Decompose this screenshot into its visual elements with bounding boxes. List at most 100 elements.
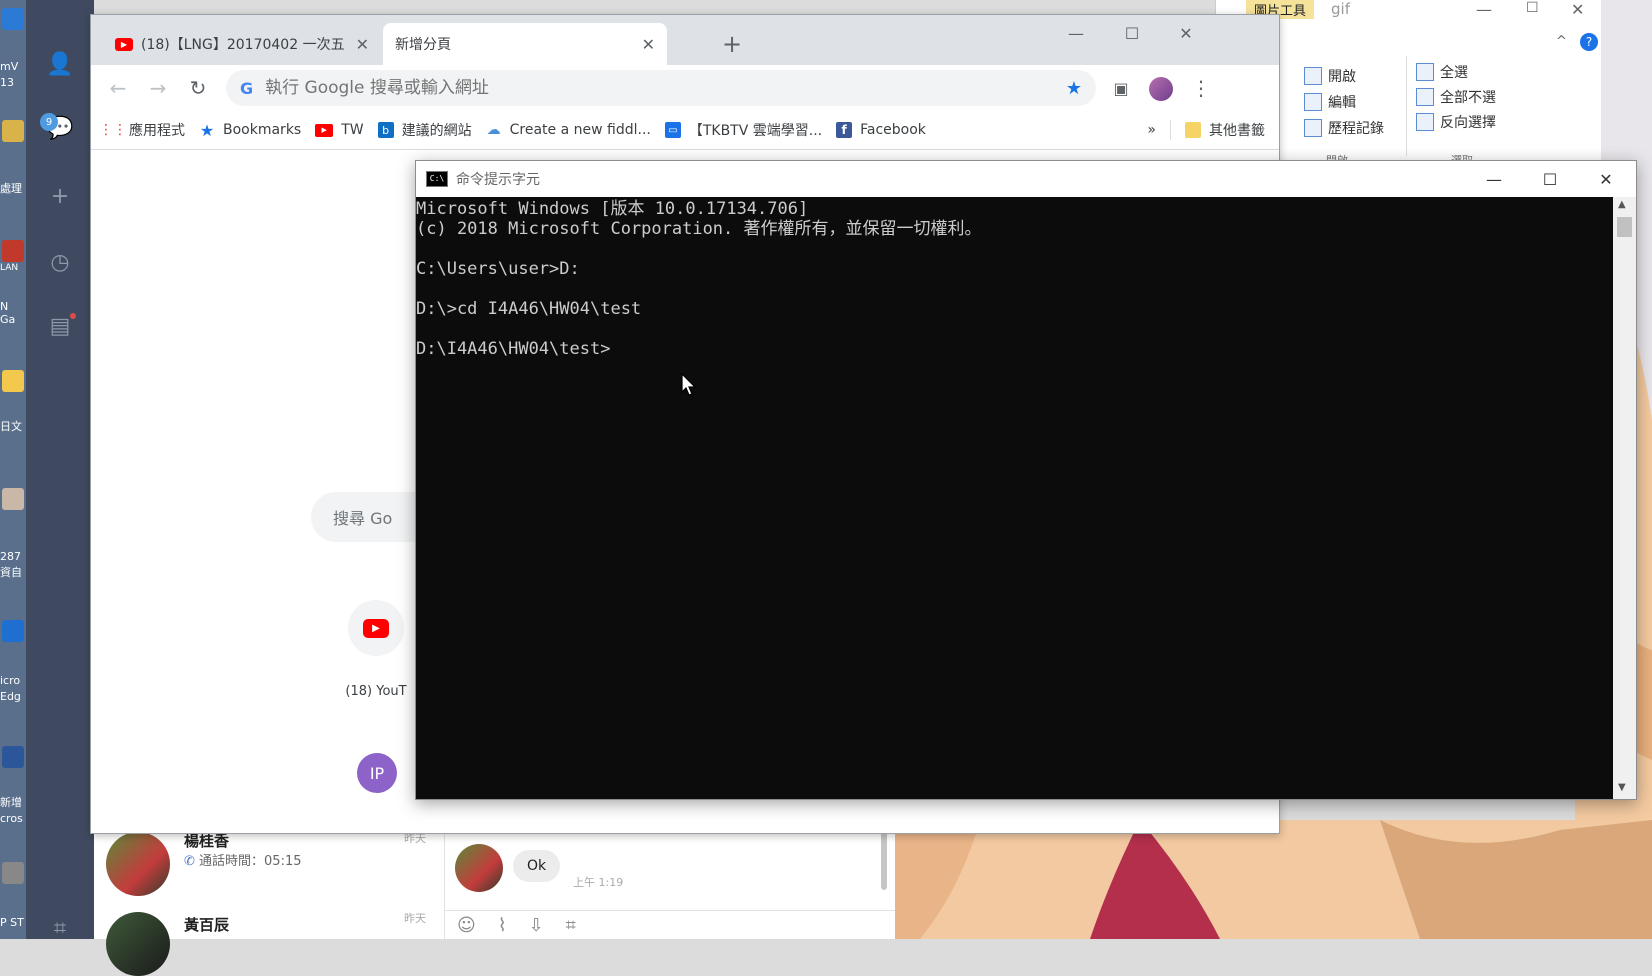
crop-icon[interactable]: ⌗: [566, 915, 576, 936]
menu-icon[interactable]: ⋮: [1186, 73, 1216, 103]
history-button[interactable]: 歷程記錄: [1304, 118, 1384, 138]
history-label: 歷程記錄: [1328, 121, 1384, 137]
folder-icon: [1185, 122, 1201, 138]
close-button[interactable]: ✕: [1578, 161, 1634, 197]
bookmark-tkbtv[interactable]: ▭ 【TKBTV 雲端學習...: [664, 120, 823, 140]
collapse-ribbon-icon[interactable]: ^: [1556, 34, 1567, 49]
tab-youtube[interactable]: ▶ (18)【LNG】20170402 一次五 ✕: [103, 23, 381, 65]
bookmark-label: 【TKBTV 雲端學習...: [688, 123, 823, 139]
crop-icon[interactable]: ⌗: [26, 908, 94, 948]
avatar[interactable]: [455, 844, 503, 892]
desktop-app-icon[interactable]: [2, 120, 24, 142]
invert-selection-button[interactable]: 反向選擇: [1416, 112, 1496, 132]
select-none-label: 全部不選: [1440, 90, 1496, 106]
desktop-label: icro: [0, 674, 21, 687]
invert-selection-label: 反向選擇: [1440, 115, 1496, 131]
avatar[interactable]: [106, 832, 170, 896]
youtube-icon: ▶: [115, 37, 133, 51]
bookmark-star-icon[interactable]: ★: [1066, 78, 1082, 99]
desktop-photo-icon[interactable]: [2, 488, 24, 510]
bookmark-jsfiddle[interactable]: ☁ Create a new fiddl...: [486, 122, 651, 138]
word-icon[interactable]: [2, 746, 24, 768]
edge-icon[interactable]: [2, 620, 24, 642]
select-all-button[interactable]: 全選: [1416, 62, 1468, 82]
close-button[interactable]: ✕: [1571, 0, 1584, 19]
extension-icon[interactable]: ▣: [1106, 73, 1136, 103]
desktop-icon-strip: mV 13 處理 LAN N Ga 日文 287 資自 icro Edg 新增 …: [0, 0, 26, 939]
desktop-label: mV: [0, 60, 19, 73]
desktop-app-icon[interactable]: [2, 8, 24, 30]
omnibox[interactable]: G ★: [226, 70, 1096, 106]
bookmark-label: 建議的網站: [401, 123, 472, 139]
close-tab-icon[interactable]: ✕: [356, 35, 369, 54]
bookmark-apps[interactable]: ⋮⋮ 應用程式: [99, 120, 185, 140]
mouse-cursor-icon: [681, 372, 697, 401]
tab-strip: ▶ (18)【LNG】20170402 一次五 ✕ 新增分頁 ✕ + — ☐ ✕: [91, 15, 1279, 65]
history-icon[interactable]: ◷: [26, 242, 94, 282]
bookmarks-overflow-button[interactable]: »: [1147, 122, 1156, 138]
scroll-down-icon[interactable]: ▼: [1618, 782, 1626, 793]
select-none-button[interactable]: 全部不選: [1416, 87, 1496, 107]
unread-badge: 9: [40, 113, 58, 131]
open-button[interactable]: 開啟: [1304, 66, 1356, 86]
avatar[interactable]: [106, 912, 170, 976]
minimize-button[interactable]: —: [1466, 161, 1522, 197]
desktop-label: P ST: [0, 916, 24, 929]
wallpaper-art-bottom: [860, 820, 1652, 939]
minimize-button[interactable]: —: [1051, 15, 1101, 51]
youtube-icon: ▶: [363, 618, 389, 638]
desktop-app-icon[interactable]: [2, 862, 24, 884]
console-output[interactable]: Microsoft Windows [版本 10.0.17134.706] (c…: [416, 197, 1613, 799]
chat-time: 昨天: [404, 912, 426, 925]
bookmark-bookmarks[interactable]: ★ Bookmarks: [199, 121, 301, 140]
desktop-label: 287: [0, 550, 21, 563]
close-button[interactable]: ✕: [1161, 15, 1211, 51]
help-icon[interactable]: ?: [1580, 33, 1598, 51]
console-scrollbar[interactable]: ▲ ▼: [1613, 197, 1636, 799]
back-button[interactable]: ←: [103, 73, 133, 103]
address-input[interactable]: [263, 77, 1028, 99]
cmd-titlebar[interactable]: C:\ 命令提示字元: [416, 161, 1636, 197]
new-tab-button[interactable]: +: [717, 29, 747, 59]
profile-circle-ip[interactable]: IP: [357, 753, 397, 793]
bing-icon: b: [377, 122, 394, 138]
select-all-icon: [1416, 63, 1434, 81]
scrollbar-thumb[interactable]: [1617, 217, 1632, 237]
shortcut-youtube[interactable]: ▶: [348, 600, 404, 656]
profile-avatar[interactable]: [1149, 77, 1173, 101]
close-tab-icon[interactable]: ✕: [642, 35, 655, 54]
reload-button[interactable]: ↻: [183, 73, 213, 103]
call-duration-text: 通話時間：05:15: [199, 854, 302, 869]
add-friend-icon[interactable]: +: [26, 176, 94, 216]
bookmark-tw[interactable]: ▶ TW: [315, 122, 364, 138]
console-line: (c) 2018 Microsoft Corporation. 著作權所有，並保…: [416, 219, 982, 239]
tab-new-tab[interactable]: 新增分頁 ✕: [383, 23, 667, 65]
console-prompt: D:\I4A46\HW04\test>: [416, 339, 611, 359]
notes-icon[interactable]: ▤: [26, 306, 94, 346]
attach-icon[interactable]: ⌇: [498, 915, 507, 936]
forward-button[interactable]: →: [143, 73, 173, 103]
download-icon[interactable]: ⇩: [529, 915, 544, 936]
maximize-button[interactable]: ☐: [1522, 161, 1578, 197]
minimize-button[interactable]: —: [1476, 0, 1492, 19]
desktop-lan-icon[interactable]: [2, 240, 24, 262]
chat-icon[interactable]: 💬: [26, 108, 94, 148]
bookmark-facebook[interactable]: f Facebook: [836, 122, 926, 138]
maximize-button[interactable]: ☐: [1526, 0, 1539, 16]
desktop-label: cros: [0, 812, 23, 825]
friends-icon[interactable]: 👤: [26, 44, 94, 84]
desktop-label: 新增: [0, 796, 22, 809]
bookmark-suggested-sites[interactable]: b 建議的網站: [377, 120, 472, 140]
bookmark-other[interactable]: 其他書籤: [1185, 120, 1265, 140]
desktop-label: N Ga: [0, 300, 16, 326]
window-title: 命令提示字元: [456, 172, 540, 188]
desktop-folder-icon[interactable]: [2, 370, 24, 392]
edit-button[interactable]: 編輯: [1304, 92, 1356, 112]
emoji-icon[interactable]: ☺: [457, 915, 476, 936]
chat-scrollbar[interactable]: [881, 830, 887, 890]
chat-input-toolbar: ☺ ⌇ ⇩ ⌗: [445, 910, 895, 939]
scroll-up-icon[interactable]: ▲: [1618, 199, 1626, 210]
maximize-button[interactable]: ☐: [1107, 15, 1157, 51]
